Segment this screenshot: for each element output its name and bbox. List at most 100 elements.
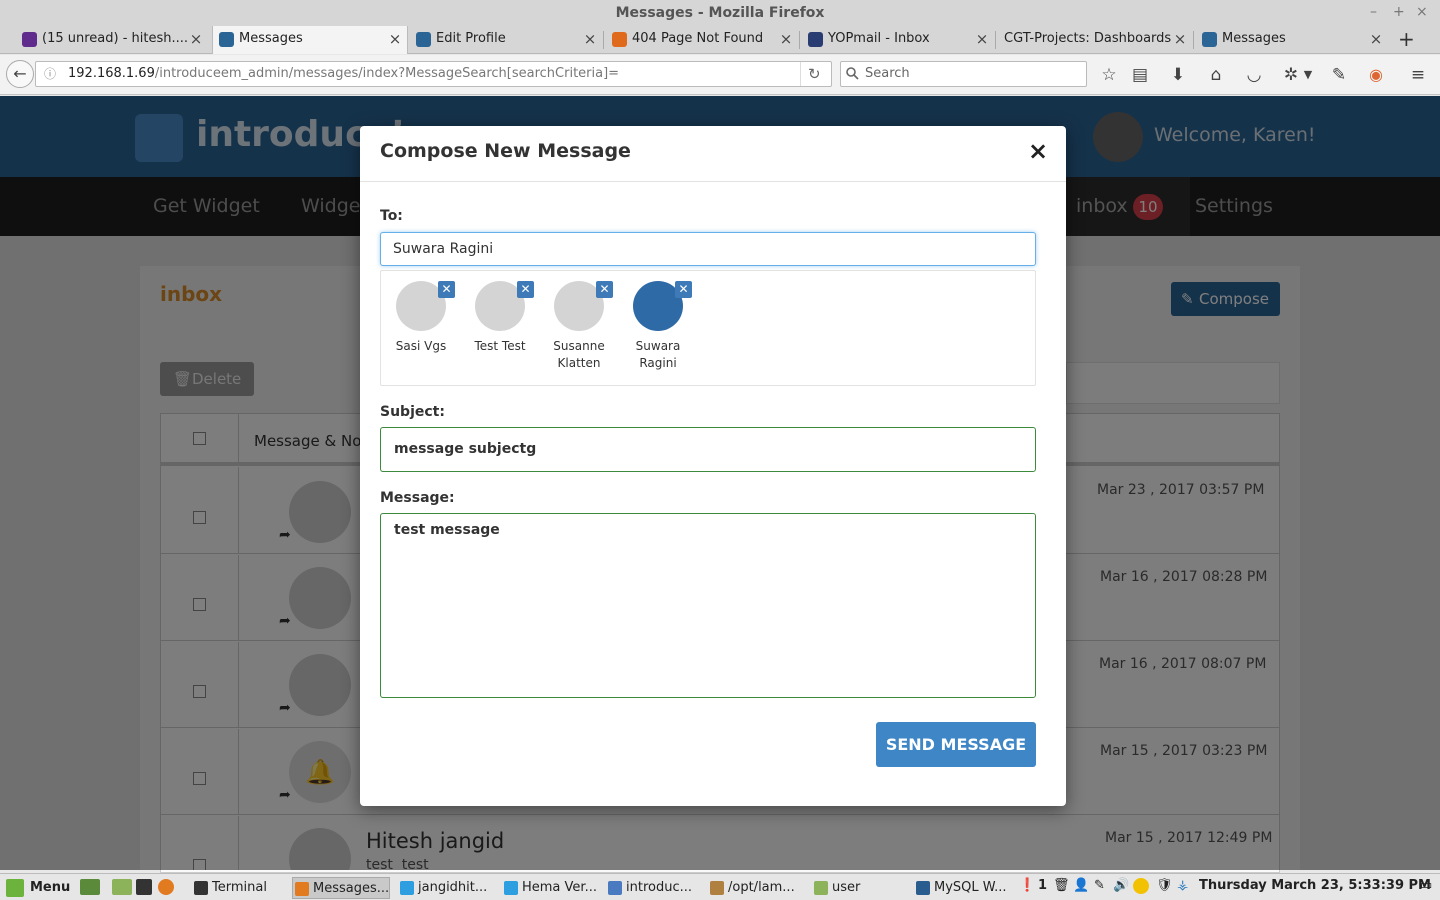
mail-favicon-icon [22,32,37,47]
send-label: SEND MESSAGE [885,735,1027,754]
to-input[interactable]: Suwara Ragini [380,232,1036,266]
tab-messages-active[interactable]: Messages × [212,26,408,54]
extension-dropdown-icon[interactable]: ▼ [1297,68,1319,81]
to-label: To: [380,208,403,224]
recipient-name: Susanne Klatten [553,339,605,370]
recipient-name: Suwara Ragini [635,339,681,370]
minimize-icon[interactable]: – [1370,4,1377,20]
message-label: Message: [380,490,455,506]
site-favicon-icon [219,32,234,47]
subject-input[interactable]: message subjectg [380,427,1036,472]
tab-edit-profile[interactable]: Edit Profile × [410,26,602,54]
send-message-button[interactable]: SEND MESSAGE [876,722,1036,767]
codeigniter-favicon-icon [612,32,627,47]
url-path: /introduceem_admin/messages/index?Messag… [154,66,620,81]
hamburger-menu-icon[interactable]: ≡ [1407,65,1429,85]
tab-bar: (15 unread) - hitesh.... × Messages × Ed… [0,26,1440,54]
maximize-icon[interactable]: + [1393,4,1405,20]
chrome-logo-icon[interactable]: ◉ [1365,65,1387,84]
tab-messages-2[interactable]: Messages × [1196,26,1388,54]
close-tab-icon[interactable]: × [1168,26,1192,52]
mint-logo-icon [6,879,24,897]
close-tab-icon[interactable]: × [774,26,798,52]
url-bar[interactable]: ⓘ 192.168.1.69/introduceem_admin/message… [35,61,832,87]
close-tab-icon[interactable]: × [578,26,602,52]
modal-title: Compose New Message [380,140,631,162]
update-tray-icon[interactable] [1133,878,1149,894]
tab-cgt-projects[interactable]: CGT-Projects: Dashboards × [980,26,1192,54]
back-arrow-icon[interactable]: ← [6,60,34,88]
subject-label: Subject: [380,404,445,420]
taskbar-label: user [832,880,861,895]
new-tab-icon[interactable]: + [1398,26,1415,52]
clock[interactable]: Thursday March 23, 5:33:39 PM [1199,878,1431,893]
user-tray-icon[interactable]: 👤 [1073,878,1089,893]
yopmail-favicon-icon [808,32,823,47]
shield-icon[interactable]: 🛡 [1156,878,1173,893]
close-modal-icon[interactable]: × [1028,137,1048,165]
tab-label: Messages [239,31,303,46]
recipient-name: Sasi Vgs [395,339,447,353]
close-window-icon[interactable]: × [1416,4,1428,20]
tab-404[interactable]: 404 Page Not Found × [606,26,798,54]
taskbar-item-terminal[interactable]: Terminal [192,877,288,899]
taskbar-item-skype-2[interactable]: Hema Ver... [502,877,598,899]
reload-icon[interactable]: ↻ [808,62,821,86]
remove-recipient-icon[interactable]: ✕ [517,281,534,298]
remove-recipient-icon[interactable]: ✕ [675,281,692,298]
taskbar-item-opt[interactable]: /opt/lam... [708,877,804,899]
taskbar-label: Messages... [313,881,390,896]
terminal-launcher-icon[interactable] [136,879,152,895]
window-title: Messages - Mozilla Firefox [615,5,825,21]
taskbar-item-skype-1[interactable]: jangidhit... [398,877,494,899]
recipient-chip: ✕ Suwara Ragini [618,271,698,381]
tab-label: YOPmail - Inbox [828,31,930,46]
info-icon[interactable]: ⓘ [44,62,56,86]
close-tab-icon[interactable]: × [1364,26,1388,52]
message-value: test message [394,522,500,538]
pocket-icon[interactable]: ◡ [1243,65,1265,85]
url-host: 192.168.1.69 [68,66,155,81]
remove-recipient-icon[interactable]: ✕ [438,281,455,298]
site-favicon-icon [1202,32,1217,47]
taskbar-item-editor[interactable]: introduc... [606,877,702,899]
taskbar-label: Hema Ver... [522,880,597,895]
search-input[interactable]: Search [840,61,1087,87]
home-icon[interactable]: ⌂ [1205,65,1227,85]
start-menu-button[interactable]: Menu [4,877,74,899]
taskbar-label: /opt/lam... [728,880,795,895]
tab-label: Messages [1222,31,1286,46]
modal-header: Compose New Message × [360,126,1066,182]
bookmark-star-icon[interactable]: ☆ [1098,65,1120,85]
network-icon[interactable]: ⚶ [1177,878,1188,893]
alert-icon[interactable]: ❗ [1019,878,1035,893]
pen-tray-icon[interactable]: ✎ [1094,878,1105,893]
tab-label: CGT-Projects: Dashboards [1004,31,1172,46]
volume-icon[interactable]: 🔊 [1113,878,1129,893]
compose-modal: Compose New Message × To: Suwara Ragini … [360,126,1066,806]
os-taskbar: Menu Terminal Messages... jangidhit... H… [0,873,1440,900]
eyedropper-icon[interactable]: ✎ [1328,65,1350,85]
files-icon[interactable] [112,879,132,895]
tab-label: (15 unread) - hitesh.... [42,31,189,46]
taskbar-item-firefox[interactable]: Messages... [292,877,390,899]
recipient-list: ✕ Sasi Vgs ✕ Test Test ✕ Susanne Klatten… [380,270,1036,386]
tab-yahoo-mail[interactable]: (15 unread) - hitesh.... × [16,26,208,54]
close-tab-icon[interactable]: × [383,26,407,52]
remove-recipient-icon[interactable]: ✕ [596,281,613,298]
close-tab-icon[interactable]: × [184,26,208,52]
reading-list-icon[interactable]: ▤ [1129,65,1151,85]
show-desktop-icon[interactable] [80,879,100,895]
tab-yopmail[interactable]: YOPmail - Inbox × [802,26,994,54]
trash-tray-icon[interactable]: 🗑 [1053,878,1070,893]
message-textarea[interactable]: test message [380,513,1036,698]
taskbar-item-user[interactable]: user [812,877,902,899]
taskbar-item-mysql[interactable]: MySQL W... [914,877,1010,899]
firefox-launcher-icon[interactable] [158,879,174,895]
display-tray-icon[interactable]: ▭ [1420,878,1432,893]
subject-value: message subjectg [394,441,537,457]
window-titlebar: Messages - Mozilla Firefox [0,0,1440,26]
tab-label: Edit Profile [436,31,506,46]
download-icon[interactable]: ⬇ [1167,65,1189,85]
search-icon [846,67,859,80]
